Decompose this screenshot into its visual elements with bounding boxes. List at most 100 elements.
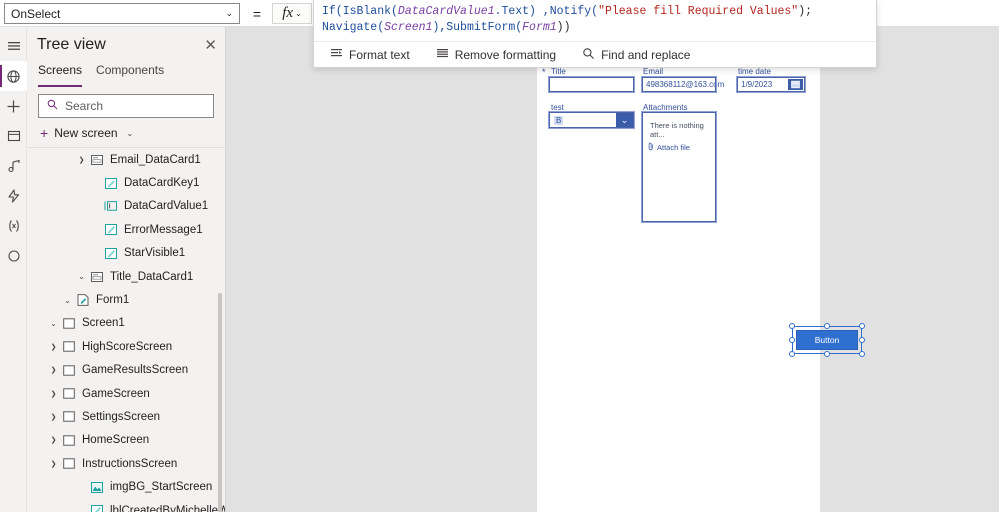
label-icon [102,224,120,236]
button-control[interactable]: Button [796,330,858,350]
resize-handle-s[interactable] [824,351,830,357]
resize-handle-ne[interactable] [859,323,865,329]
search-input[interactable]: Search [38,94,214,118]
date-input[interactable]: 1/9/2023 [736,76,806,93]
chevron-right-icon[interactable]: ❯ [47,343,60,351]
tree-item-instructionsscreen[interactable]: ❯ InstructionsScreen [27,452,225,475]
remove-formatting-label: Remove formatting [454,47,557,62]
format-text-label: Format text [349,47,410,62]
chevron-right-icon[interactable]: ❯ [47,460,60,468]
new-screen-label: New screen [54,126,118,140]
tree-item-label: Form1 [96,294,130,307]
screen-icon [60,318,78,329]
form-icon [74,294,92,306]
property-select[interactable]: OnSelect ⌄ [4,3,240,24]
close-icon[interactable]: ✕ [204,38,217,53]
tree-item-datacardvalue1[interactable]: DataCardValue1 [27,195,225,218]
date-label: time date [738,67,771,76]
data-icon[interactable] [0,121,27,151]
chevron-right-icon[interactable]: ❯ [75,156,88,164]
tree-item-label: HighScoreScreen [82,340,173,353]
formula-input[interactable]: If(IsBlank(DataCardValue1.Text) ,Notify(… [314,0,876,41]
resize-handle-e[interactable] [859,337,865,343]
app-screen-canvas[interactable]: * Title Email 498368112@163.com time dat… [537,59,865,512]
fx-button[interactable]: fx ⌄ [272,3,312,24]
title-input[interactable] [548,76,635,93]
resize-handle-n[interactable] [824,323,830,329]
find-and-replace-button[interactable]: Find and replace [578,43,702,67]
fx-label: fx [282,5,294,21]
format-text-button[interactable]: Format text [326,43,422,67]
screen-icon [60,411,78,423]
tree-item-email_datacard1[interactable]: ❯ Email_DataCard1 [27,148,225,171]
attach-file-button[interactable]: Attach file [648,142,690,153]
tree-item-screen1[interactable]: ⌄ Screen1 [27,312,225,335]
formula-token: .Text) ,Notify( [494,5,599,18]
chevron-right-icon[interactable]: ❯ [47,413,60,421]
media-icon[interactable] [0,151,27,181]
email-input[interactable]: 498368112@163.com [641,76,724,93]
chevron-down-icon: ⌄ [126,128,134,138]
screen-icon [60,435,78,446]
tree-view-icon[interactable] [0,61,27,91]
formula-token: Form1 [522,21,557,34]
chevron-down-icon: ⌄ [295,9,302,18]
chevron-right-icon[interactable]: ❯ [47,366,60,374]
attachments-control[interactable]: There is nothing att... Attach file [641,111,717,223]
variables-icon[interactable] [0,211,27,241]
tree-item-errormessage1[interactable]: ErrorMessage1 [27,218,225,241]
tree-item-lblcreatedbymichellewong[interactable]: lblCreatedByMichelleWong [27,499,225,512]
tree-item-imgbg_startscreen[interactable]: imgBG_StartScreen [27,475,225,498]
tree-item-label: Email_DataCard1 [110,153,201,166]
label-icon [88,505,106,512]
tree-view-header: Tree view ✕ [27,27,225,63]
tree-scrollbar[interactable] [218,293,222,512]
chevron-down-icon[interactable]: ⌄ [616,113,633,127]
tree-item-form1[interactable]: ⌄ Form1 [27,288,225,311]
tree-item-settingsscreen[interactable]: ❯ SettingsScreen [27,405,225,428]
tab-screens[interactable]: Screens [38,63,83,87]
format-text-icon [330,47,343,63]
tree-item-label: InstructionsScreen [82,457,178,470]
tree-item-label: DataCardKey1 [124,177,200,190]
resize-handle-w[interactable] [789,337,795,343]
power-automate-icon[interactable] [0,181,27,211]
canvas-area[interactable]: * Title Email 498368112@163.com time dat… [226,27,999,512]
resize-handle-nw[interactable] [789,323,795,329]
resize-handle-se[interactable] [859,351,865,357]
formula-token: ); [798,5,813,18]
test-label: test [551,103,564,112]
chevron-down-icon[interactable]: ⌄ [47,319,60,328]
tree-item-homescreen[interactable]: ❯ HomeScreen [27,429,225,452]
email-label: Email [643,67,664,76]
remove-formatting-button[interactable]: Remove formatting [432,43,568,67]
chevron-down-icon[interactable]: ⌄ [61,296,74,305]
tree-item-gameresultsscreen[interactable]: ❯ GameResultsScreen [27,359,225,382]
chevron-right-icon[interactable]: ❯ [47,390,60,398]
tree-item-gamescreen[interactable]: ❯ GameScreen [27,382,225,405]
hamburger-menu-icon[interactable] [0,31,27,61]
screen-icon [60,341,78,353]
search-objects-icon[interactable] [0,241,27,271]
tree-item-datacardkey1[interactable]: DataCardKey1 [27,171,225,194]
tree-item-starvisible1[interactable]: StarVisible1 [27,242,225,265]
test-dropdown[interactable]: B ⌄ [548,111,635,129]
chevron-right-icon[interactable]: ❯ [47,436,60,444]
formula-token: DataCardValue1 [397,5,495,18]
search-wrapper: Search [27,87,225,118]
tree-item-highscorescreen[interactable]: ❯ HighScoreScreen [27,335,225,358]
chevron-down-icon[interactable]: ⌄ [75,272,88,281]
formula-token: "Please fill Required Values" [598,5,799,18]
resize-handle-sw[interactable] [789,351,795,357]
tab-components[interactable]: Components [96,63,164,87]
formula-editor-panel: If(IsBlank(DataCardValue1.Text) ,Notify(… [313,0,877,68]
tree-item-label: ErrorMessage1 [124,223,203,236]
test-dropdown-value: B [554,115,564,125]
insert-plus-icon[interactable] [0,91,27,121]
formula-token: Screen1 [384,21,433,34]
new-screen-button[interactable]: + New screen ⌄ [27,118,225,148]
tree-item-title_datacard1[interactable]: ⌄ Title_DataCard1 [27,265,225,288]
calendar-icon[interactable] [788,79,803,90]
tree-item-list[interactable]: ❯ Email_DataCard1 DataCardKey1 DataCardValu… [27,148,225,512]
chevron-down-icon: ⌄ [225,8,233,18]
